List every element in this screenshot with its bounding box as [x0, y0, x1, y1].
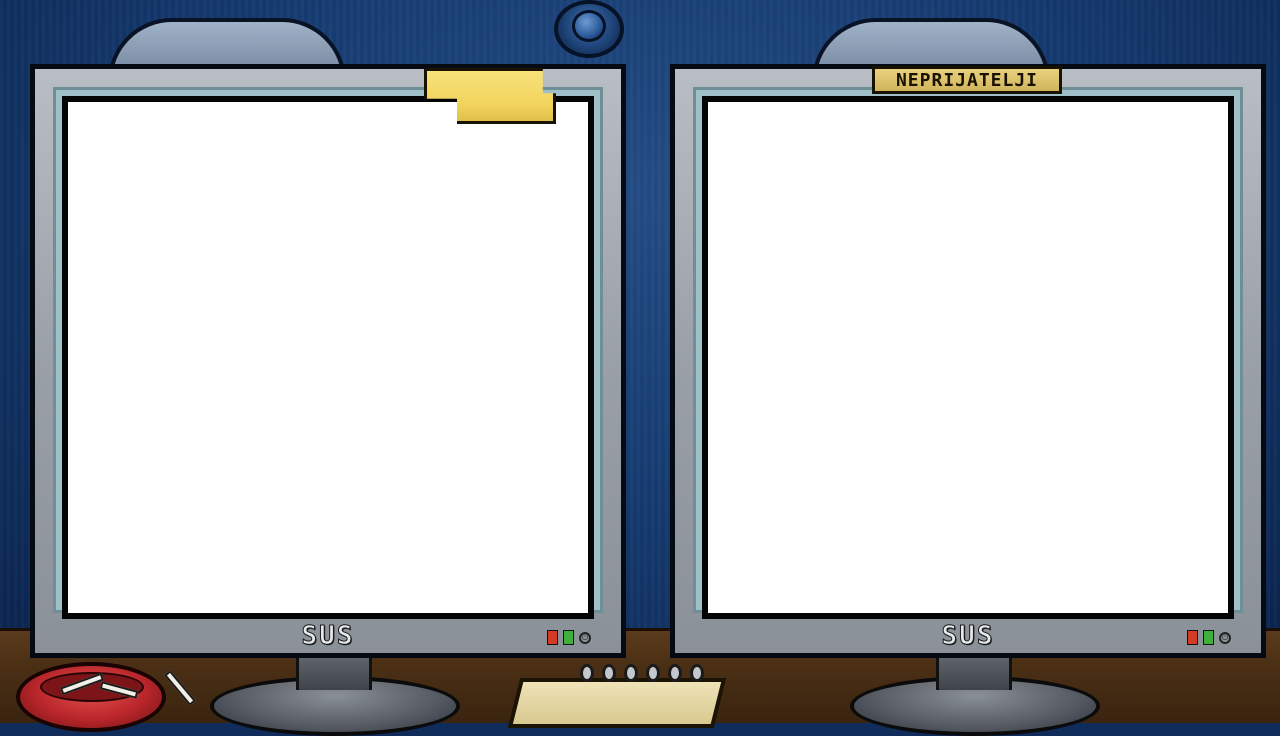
green-led-icon	[563, 630, 574, 645]
left-monitor: SUS ⏻	[30, 64, 626, 658]
right-monitor-brand: SUS	[941, 621, 995, 652]
notepad-rings	[580, 664, 720, 684]
ring-icon	[602, 664, 616, 682]
power-icon[interactable]: ⏻	[579, 631, 591, 644]
right-monitor: SUS ⏻	[670, 64, 1266, 658]
red-led-icon	[547, 630, 558, 645]
webcam-lens-icon	[572, 10, 606, 42]
red-led-icon	[1187, 630, 1198, 645]
left-monitor-brand: SUS	[301, 621, 355, 652]
ring-icon	[646, 664, 660, 682]
monitor-label-tag: NEPRIJATELJI	[872, 66, 1062, 94]
right-monitor-indicators: ⏻	[1187, 630, 1231, 645]
ring-icon	[580, 664, 594, 682]
ring-icon	[690, 664, 704, 682]
right-monitor-screen[interactable]	[702, 96, 1234, 619]
notepad[interactable]	[507, 678, 727, 728]
ring-icon	[624, 664, 638, 682]
green-led-icon	[1203, 630, 1214, 645]
ring-icon	[668, 664, 682, 682]
power-icon[interactable]: ⏻	[1219, 631, 1231, 644]
left-monitor-screen[interactable]	[62, 96, 594, 619]
left-monitor-indicators: ⏻	[547, 630, 591, 645]
